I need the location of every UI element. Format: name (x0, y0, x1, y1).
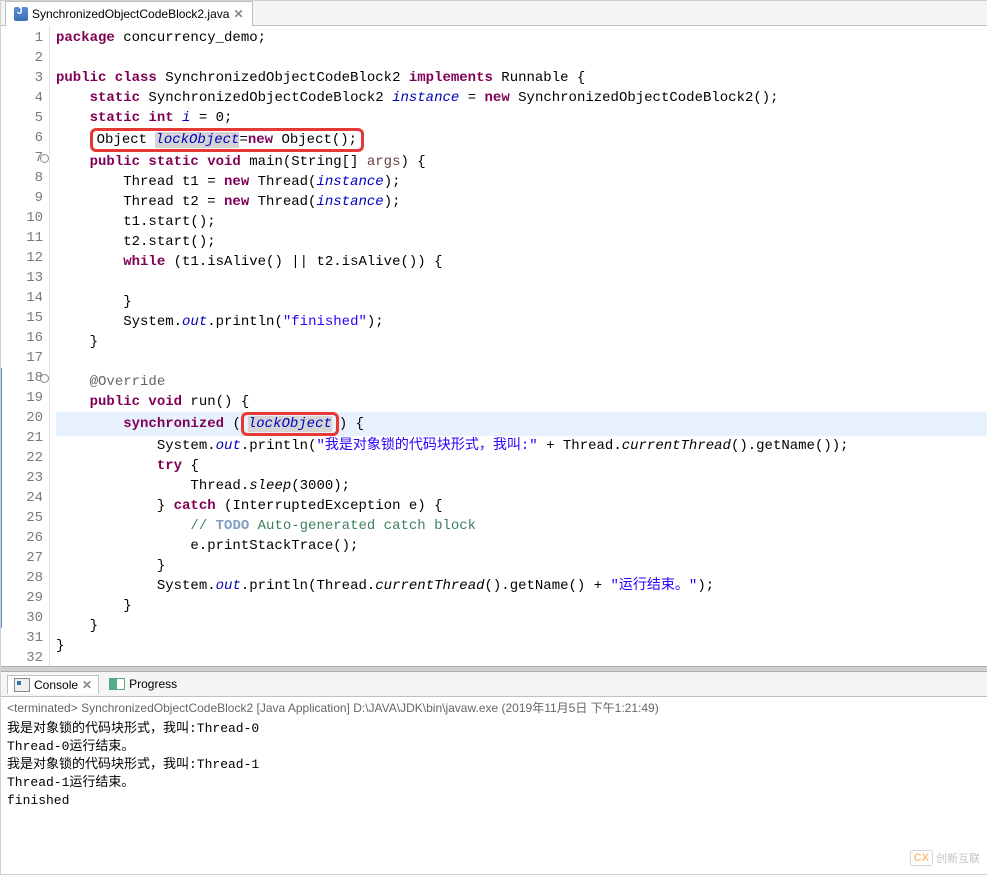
line-number: 30 (1, 608, 43, 628)
code-line[interactable]: } (56, 292, 987, 312)
code-line[interactable]: } (56, 332, 987, 352)
progress-tab[interactable]: Progress (109, 677, 177, 691)
line-number: 9 (1, 188, 43, 208)
line-number: 7 (1, 148, 43, 168)
line-number-gutter: 1234567891011121314151617181920212223242… (1, 26, 50, 666)
code-line[interactable]: synchronized (lockObject) { (56, 412, 987, 436)
close-icon[interactable]: ✕ (233, 7, 243, 21)
line-number: 1 (1, 28, 43, 48)
line-number: 10 (1, 208, 43, 228)
code-line[interactable]: static int i = 0; (56, 108, 987, 128)
code-line[interactable]: public static void main(String[] args) { (56, 152, 987, 172)
tab-filename: SynchronizedObjectCodeBlock2.java (32, 7, 229, 21)
code-line[interactable]: Object lockObject=new Object(); (56, 128, 987, 152)
code-area[interactable]: package concurrency_demo; public class S… (50, 26, 987, 666)
code-line[interactable]: package concurrency_demo; (56, 28, 987, 48)
line-number: 13 (1, 268, 43, 288)
code-line[interactable]: public class SynchronizedObjectCodeBlock… (56, 68, 987, 88)
code-line[interactable]: static SynchronizedObjectCodeBlock2 inst… (56, 88, 987, 108)
line-number: 3 (1, 68, 43, 88)
code-editor[interactable]: 1234567891011121314151617181920212223242… (1, 26, 987, 666)
code-line[interactable]: } catch (InterruptedException e) { (56, 496, 987, 516)
line-number: 15 (1, 308, 43, 328)
line-number: 29 (1, 588, 43, 608)
code-line[interactable] (56, 352, 987, 372)
line-number: 5 (1, 108, 43, 128)
code-line[interactable]: Thread t2 = new Thread(instance); (56, 192, 987, 212)
code-line[interactable]: Thread.sleep(3000); (56, 476, 987, 496)
code-line[interactable]: System.out.println("我是对象锁的代码块形式，我叫:" + T… (56, 436, 987, 456)
line-number: 22 (1, 448, 43, 468)
code-line[interactable]: t2.start(); (56, 232, 987, 252)
code-line[interactable]: try { (56, 456, 987, 476)
code-line[interactable] (56, 48, 987, 68)
line-number: 27 (1, 548, 43, 568)
java-file-icon (14, 7, 28, 21)
progress-icon (109, 678, 125, 690)
code-line[interactable]: // TODO Auto-generated catch block (56, 516, 987, 536)
code-line[interactable]: } (56, 636, 987, 656)
line-number: 4 (1, 88, 43, 108)
console-process-header: <terminated> SynchronizedObjectCodeBlock… (1, 697, 987, 718)
close-icon[interactable]: ✕ (82, 678, 92, 692)
editor-tab[interactable]: SynchronizedObjectCodeBlock2.java ✕ (5, 1, 253, 26)
line-number: 12 (1, 248, 43, 268)
code-line[interactable]: @Override (56, 372, 987, 392)
line-number: 20 (1, 408, 43, 428)
line-number: 16 (1, 328, 43, 348)
line-number: 18 (1, 368, 43, 388)
code-line[interactable]: public void run() { (56, 392, 987, 412)
line-number: 26 (1, 528, 43, 548)
line-number: 23 (1, 468, 43, 488)
progress-tab-label: Progress (129, 677, 177, 691)
code-line[interactable]: } (56, 556, 987, 576)
code-line[interactable]: t1.start(); (56, 212, 987, 232)
code-line[interactable] (56, 272, 987, 292)
console-output[interactable]: 我是对象锁的代码块形式，我叫:Thread-0 Thread-0运行结束。 我是… (1, 718, 987, 812)
code-line[interactable]: Thread t1 = new Thread(instance); (56, 172, 987, 192)
code-line[interactable]: System.out.println(Thread.currentThread(… (56, 576, 987, 596)
line-number: 11 (1, 228, 43, 248)
console-tab[interactable]: Console ✕ (7, 675, 99, 694)
console-icon (14, 678, 30, 692)
console-tab-bar: Console ✕ Progress (1, 672, 987, 697)
line-number: 14 (1, 288, 43, 308)
console-tab-label: Console (34, 678, 78, 692)
line-number: 8 (1, 168, 43, 188)
line-number: 17 (1, 348, 43, 368)
code-line[interactable]: } (56, 596, 987, 616)
line-number: 2 (1, 48, 43, 68)
line-number: 31 (1, 628, 43, 648)
code-line[interactable]: } (56, 616, 987, 636)
code-line[interactable]: e.printStackTrace(); (56, 536, 987, 556)
line-number: 32 (1, 648, 43, 666)
line-number: 28 (1, 568, 43, 588)
line-number: 19 (1, 388, 43, 408)
code-line[interactable]: System.out.println("finished"); (56, 312, 987, 332)
code-line[interactable] (56, 656, 987, 666)
line-number: 6 (1, 128, 43, 148)
code-line[interactable]: while (t1.isAlive() || t2.isAlive()) { (56, 252, 987, 272)
watermark: CX 创新互联 (910, 850, 980, 866)
line-number: 24 (1, 488, 43, 508)
line-number: 25 (1, 508, 43, 528)
line-number: 21 (1, 428, 43, 448)
editor-tab-bar: SynchronizedObjectCodeBlock2.java ✕ (1, 1, 987, 26)
